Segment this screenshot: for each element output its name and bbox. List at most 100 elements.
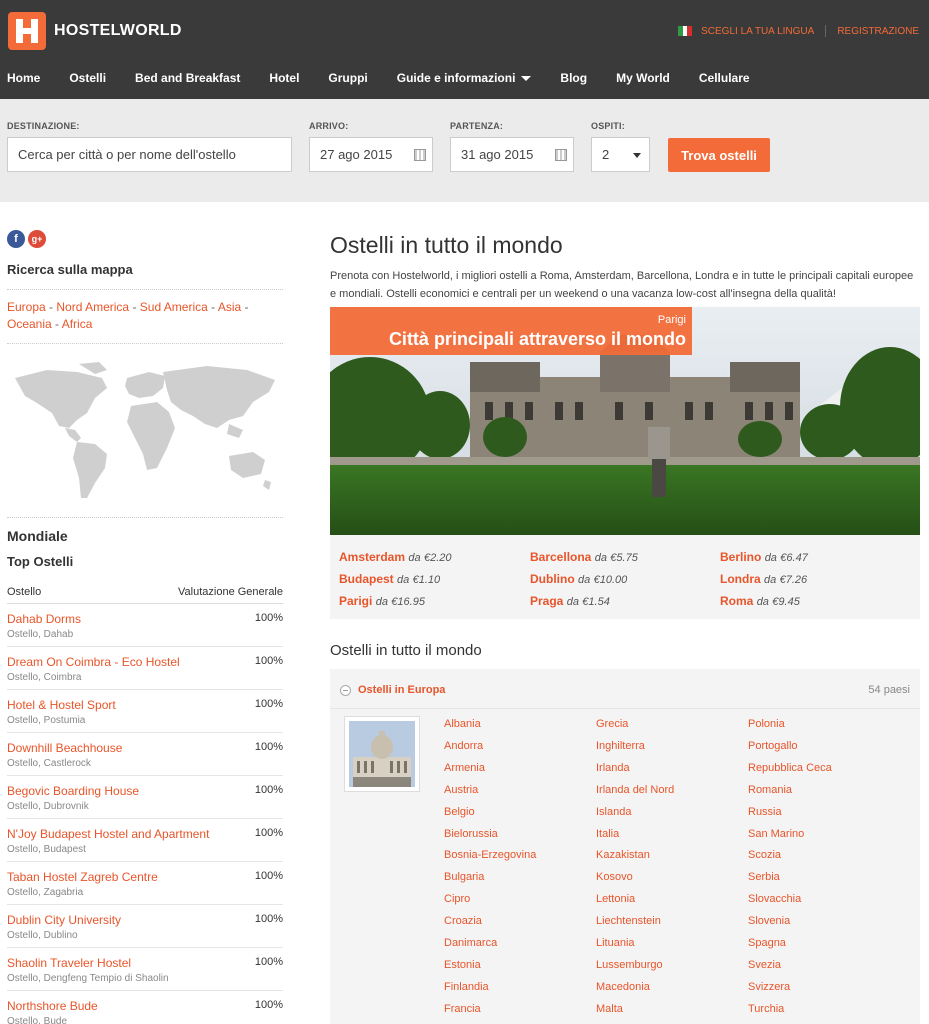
country-link[interactable]: Bulgaria xyxy=(444,871,484,883)
europe-hostels-header[interactable]: Ostelli in Europa 54 paesi xyxy=(330,669,920,709)
hostel-name-link[interactable]: Hotel & Hostel Sport xyxy=(7,698,116,712)
nav-my-world[interactable]: My World xyxy=(616,71,670,85)
calendar-icon[interactable] xyxy=(414,149,426,161)
country-link[interactable]: Irlanda xyxy=(596,762,630,774)
europe-thumbnail[interactable] xyxy=(344,716,420,792)
continent-africa[interactable]: Africa xyxy=(62,317,93,331)
nav-gruppi[interactable]: Gruppi xyxy=(328,71,367,85)
facebook-icon[interactable]: f xyxy=(7,230,25,248)
country-link[interactable]: Lussemburgo xyxy=(596,959,663,971)
country-link[interactable]: Bielorussia xyxy=(444,828,498,840)
country-link[interactable]: Polonia xyxy=(748,718,785,730)
city-link[interactable]: Berlino xyxy=(720,550,761,564)
city-price-item: Budapest da €1.10 xyxy=(339,572,440,586)
country-link[interactable]: Lituania xyxy=(596,937,635,949)
city-link[interactable]: Barcellona xyxy=(530,550,591,564)
city-link[interactable]: Amsterdam xyxy=(339,550,405,564)
country-link[interactable]: Liechtenstein xyxy=(596,915,661,927)
continent-nord-america[interactable]: Nord America xyxy=(56,300,129,314)
main-nav: Home Ostelli Bed and Breakfast Hotel Gru… xyxy=(7,71,779,85)
country-link[interactable]: Russia xyxy=(748,806,782,818)
departure-date-value: 31 ago 2015 xyxy=(461,147,534,162)
country-link[interactable]: Albania xyxy=(444,718,481,730)
country-link[interactable]: Cipro xyxy=(444,893,470,905)
city-link[interactable]: Londra xyxy=(720,572,761,586)
country-link[interactable]: Inghilterra xyxy=(596,740,645,752)
nav-blog[interactable]: Blog xyxy=(560,71,587,85)
nav-bed-and-breakfast[interactable]: Bed and Breakfast xyxy=(135,71,240,85)
hostel-name-link[interactable]: Begovic Boarding House xyxy=(7,784,139,798)
nav-guide[interactable]: Guide e informazioni xyxy=(397,71,532,85)
city-link[interactable]: Praga xyxy=(530,594,563,608)
country-link[interactable]: Danimarca xyxy=(444,937,497,949)
country-link[interactable]: Estonia xyxy=(444,959,481,971)
collapse-icon[interactable] xyxy=(340,685,351,696)
hostel-name-link[interactable]: Downhill Beachhouse xyxy=(7,741,122,755)
country-link[interactable]: Finlandia xyxy=(444,981,489,993)
google-plus-icon[interactable]: g+ xyxy=(28,230,46,248)
country-link[interactable]: Slovacchia xyxy=(748,893,801,905)
continent-europa[interactable]: Europa xyxy=(7,300,46,314)
arrival-date-input[interactable]: 27 ago 2015 xyxy=(309,137,433,172)
destination-input[interactable]: Cerca per città o per nome dell'ostello xyxy=(7,137,292,172)
city-link[interactable]: Budapest xyxy=(339,572,394,586)
nav-home[interactable]: Home xyxy=(7,71,40,85)
country-link[interactable]: Croazia xyxy=(444,915,482,927)
continent-asia[interactable]: Asia xyxy=(218,300,241,314)
hostel-name-link[interactable]: Northshore Bude xyxy=(7,999,98,1013)
country-link[interactable]: Repubblica Ceca xyxy=(748,762,832,774)
country-link[interactable]: Serbia xyxy=(748,871,780,883)
country-link[interactable]: Malta xyxy=(596,1003,623,1015)
nav-ostelli[interactable]: Ostelli xyxy=(69,71,106,85)
country-link[interactable]: Bosnia-Erzegovina xyxy=(444,849,536,861)
country-link[interactable]: Italia xyxy=(596,828,619,840)
country-link[interactable]: Armenia xyxy=(444,762,485,774)
country-link[interactable]: Scozia xyxy=(748,849,781,861)
country-link[interactable]: Spagna xyxy=(748,937,786,949)
country-link[interactable]: San Marino xyxy=(748,828,804,840)
country-link[interactable]: Lettonia xyxy=(596,893,635,905)
register-link[interactable]: REGISTRAZIONE xyxy=(837,26,919,37)
country-link[interactable]: Grecia xyxy=(596,718,628,730)
country-link[interactable]: Slovenia xyxy=(748,915,790,927)
country-link[interactable]: Kazakistan xyxy=(596,849,650,861)
table-row: Shaolin Traveler Hostel Ostello, Dengfeng… xyxy=(7,948,283,991)
hostel-name-link[interactable]: Taban Hostel Zagreb Centre xyxy=(7,870,158,884)
hostel-name-link[interactable]: Dahab Dorms xyxy=(7,612,81,626)
country-link[interactable]: Romania xyxy=(748,784,792,796)
hostel-name-link[interactable]: N'Joy Budapest Hostel and Apartment xyxy=(7,827,209,841)
country-link[interactable]: Irlanda del Nord xyxy=(596,784,674,796)
departure-date-input[interactable]: 31 ago 2015 xyxy=(450,137,574,172)
country-link[interactable]: Andorra xyxy=(444,740,483,752)
guests-label: OSPITI: xyxy=(591,121,625,131)
continent-oceania[interactable]: Oceania xyxy=(7,317,52,331)
country-link[interactable]: Francia xyxy=(444,1003,481,1015)
country-link[interactable]: Macedonia xyxy=(596,981,650,993)
hostel-name-link[interactable]: Shaolin Traveler Hostel xyxy=(7,956,131,970)
nav-hotel[interactable]: Hotel xyxy=(269,71,299,85)
city-link[interactable]: Dublino xyxy=(530,572,575,586)
world-map[interactable] xyxy=(7,358,283,508)
europe-hostels-title[interactable]: Ostelli in Europa xyxy=(358,684,445,696)
calendar-icon[interactable] xyxy=(555,149,567,161)
country-link[interactable]: Turchia xyxy=(748,1003,784,1015)
country-link[interactable]: Svizzera xyxy=(748,981,790,993)
city-link[interactable]: Parigi xyxy=(339,594,372,608)
hostel-name-link[interactable]: Dream On Coimbra - Eco Hostel xyxy=(7,655,180,669)
country-link[interactable]: Portogallo xyxy=(748,740,798,752)
divider xyxy=(7,289,283,290)
continent-sud-america[interactable]: Sud America xyxy=(140,300,208,314)
city-link[interactable]: Roma xyxy=(720,594,753,608)
guests-select[interactable]: 2 xyxy=(591,137,650,172)
country-link[interactable]: Svezia xyxy=(748,959,781,971)
find-hostels-button[interactable]: Trova ostelli xyxy=(668,138,770,172)
country-link[interactable]: Belgio xyxy=(444,806,475,818)
col-hostel: Ostello xyxy=(7,586,42,598)
country-link[interactable]: Islanda xyxy=(596,806,631,818)
country-link[interactable]: Kosovo xyxy=(596,871,633,883)
nav-cellulare[interactable]: Cellulare xyxy=(699,71,750,85)
hostel-name-link[interactable]: Dublin City University xyxy=(7,913,121,927)
language-link[interactable]: SCEGLI LA TUA LINGUA xyxy=(701,26,814,37)
country-link[interactable]: Austria xyxy=(444,784,478,796)
hostelworld-logo[interactable]: HOSTELWORLD xyxy=(8,12,182,50)
